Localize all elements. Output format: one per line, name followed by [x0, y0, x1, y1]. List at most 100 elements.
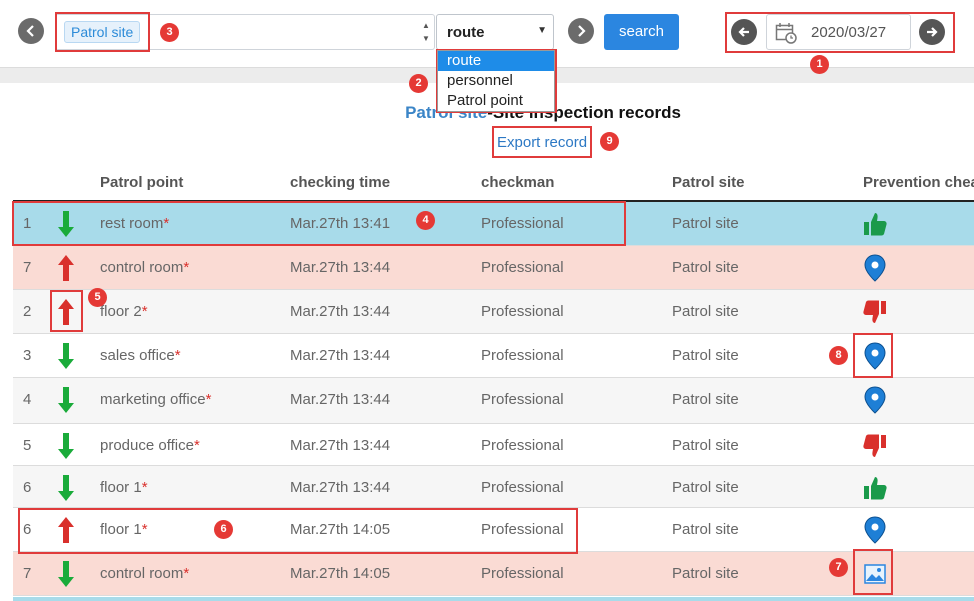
option-route[interactable]: route [438, 51, 554, 71]
patrol-point-name: control room [100, 565, 184, 582]
arrow-left-icon [738, 27, 749, 37]
row-patrol-point: produce office* [100, 437, 200, 454]
table-row[interactable]: 2 floor 2* Mar.27th 13:44 Professional Patro… [13, 290, 974, 334]
option-patrol-point[interactable]: Patrol point [438, 91, 554, 111]
location-pin-icon[interactable] [862, 342, 888, 370]
calendar-icon [775, 23, 797, 44]
required-mark: * [183, 565, 190, 582]
location-pin-icon[interactable] [862, 516, 888, 544]
col-prevention[interactable]: Prevention chea [863, 174, 974, 191]
row-checking-time: Mar.27th 13:44 [290, 259, 391, 276]
row-patrol-site: Patrol site [672, 347, 739, 364]
required-mark: * [141, 303, 148, 320]
search-input[interactable]: Patrol site ▲ ▼ [55, 14, 435, 50]
row-checkman: Professional [481, 565, 564, 582]
thumbs-up-icon[interactable] [862, 474, 888, 502]
arrow-down-icon [58, 475, 74, 501]
type-select[interactable]: route ▼ [436, 14, 554, 50]
annotation-marker-8: 8 [829, 346, 848, 365]
search-tag[interactable]: Patrol site [64, 21, 141, 43]
row-index: 6 [23, 521, 32, 538]
required-mark: * [141, 479, 148, 496]
annotation-marker-6: 6 [214, 520, 233, 539]
required-mark: * [183, 259, 190, 276]
row-index: 5 [23, 437, 32, 454]
search-button[interactable]: search [604, 14, 679, 50]
row-checking-time: Mar.27th 13:41 [290, 215, 391, 232]
table-row[interactable]: 6 floor 1* Mar.27th 14:05 Professional Patro… [13, 508, 974, 552]
table-row[interactable]: 7 control room* Mar.27th 13:44 Professional… [13, 246, 974, 290]
thumbs-down-icon[interactable] [862, 432, 888, 460]
row-patrol-point: floor 1* [100, 521, 148, 538]
row-checkman: Professional [481, 215, 564, 232]
date-prev-button[interactable] [731, 19, 757, 45]
table-row[interactable]: 4 marketing office* Mar.27th 13:44 Professi… [13, 378, 974, 424]
table-row[interactable]: 7 control room* Mar.27th 14:05 Professional… [13, 552, 974, 596]
table-row[interactable]: 6 floor 1* Mar.27th 13:44 Professional Patro… [13, 466, 974, 508]
required-mark: * [174, 347, 181, 364]
row-checking-time: Mar.27th 13:44 [290, 437, 391, 454]
type-dropdown-menu: route personnel Patrol point [437, 50, 555, 112]
row-patrol-site: Patrol site [672, 437, 739, 454]
row-checkman: Professional [481, 303, 564, 320]
chevron-left-icon [26, 25, 34, 37]
annotation-marker-2: 2 [409, 74, 428, 93]
annotation-marker-4: 4 [416, 211, 435, 230]
arrow-up-icon [58, 299, 74, 325]
annotation-marker-9: 9 [600, 132, 619, 151]
row-index: 1 [23, 215, 32, 232]
option-personnel[interactable]: personnel [438, 71, 554, 91]
row-patrol-point: sales office* [100, 347, 181, 364]
annotation-marker-5: 5 [88, 288, 107, 307]
row-checkman: Professional [481, 521, 564, 538]
row-checking-time: Mar.27th 13:44 [290, 391, 391, 408]
row-patrol-point: floor 1* [100, 479, 148, 496]
date-next-button[interactable] [919, 19, 945, 45]
col-checking-time[interactable]: checking time [290, 174, 390, 191]
row-index: 6 [23, 479, 32, 496]
row-patrol-point: floor 2* [100, 303, 148, 320]
required-mark: * [205, 391, 212, 408]
patrol-point-name: floor 1 [100, 479, 142, 496]
row-checking-time: Mar.27th 13:44 [290, 479, 391, 496]
table-bottom-edge [13, 597, 974, 601]
arrow-down-icon [58, 211, 74, 237]
required-mark: * [193, 437, 200, 454]
row-checking-time: Mar.27th 13:44 [290, 303, 391, 320]
table-header: Patrol point checking time checkman Patr… [13, 160, 974, 202]
thumbs-up-icon[interactable] [862, 210, 888, 238]
col-patrol-point[interactable]: Patrol point [100, 174, 183, 191]
row-patrol-site: Patrol site [672, 565, 739, 582]
location-pin-icon[interactable] [862, 386, 888, 414]
thumbs-down-icon[interactable] [862, 298, 888, 326]
annotation-marker-7: 7 [829, 558, 848, 577]
row-patrol-point: control room* [100, 259, 189, 276]
patrol-point-name: produce office [100, 437, 194, 454]
col-patrol-site[interactable]: Patrol site [672, 174, 745, 191]
location-pin-icon[interactable] [862, 254, 888, 282]
row-patrol-site: Patrol site [672, 391, 739, 408]
table-row[interactable]: 1 rest room* Mar.27th 13:41 Professional Pat… [13, 202, 974, 246]
table-row[interactable]: 5 produce office* Mar.27th 13:44 Profession… [13, 424, 974, 466]
annotation-marker-1: 1 [810, 55, 829, 74]
row-patrol-site: Patrol site [672, 259, 739, 276]
next-button[interactable] [568, 18, 594, 44]
date-picker[interactable]: 2020/03/27 [766, 14, 911, 50]
arrow-down-icon [58, 433, 74, 459]
row-index: 2 [23, 303, 32, 320]
export-record-link[interactable]: Export record [497, 134, 587, 151]
patrol-point-name: rest room [100, 215, 164, 232]
annotation-marker-3: 3 [160, 23, 179, 42]
required-mark: * [141, 521, 148, 538]
row-index: 4 [23, 391, 32, 408]
row-index: 7 [23, 565, 32, 582]
col-checkman[interactable]: checkman [481, 174, 554, 191]
spinner-icon[interactable]: ▲ ▼ [420, 19, 432, 47]
arrow-up-icon [58, 255, 74, 281]
required-mark: * [163, 215, 170, 232]
row-patrol-point: marketing office* [100, 391, 211, 408]
row-index: 7 [23, 259, 32, 276]
patrol-point-name: marketing office [100, 391, 206, 408]
image-icon[interactable] [862, 560, 888, 588]
prev-button[interactable] [18, 18, 44, 44]
